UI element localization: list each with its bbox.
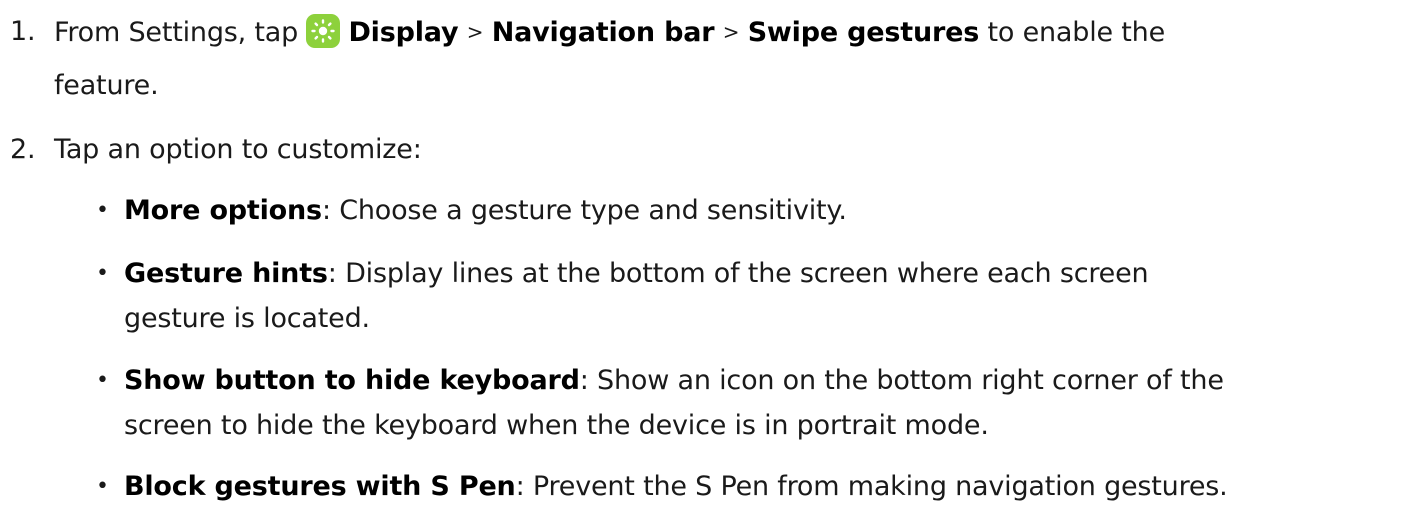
option-title: Gesture hints bbox=[124, 258, 328, 289]
display-label: Display bbox=[348, 17, 459, 48]
option-description: Choose a gesture type and sensitivity. bbox=[339, 195, 847, 226]
option-colon: : bbox=[327, 258, 337, 289]
separator-1: > bbox=[466, 20, 484, 44]
instructions-document: 1. From Settings, tap Display > Navigati… bbox=[0, 0, 1424, 513]
step-1-prefix: From Settings, tap bbox=[54, 17, 299, 48]
option-colon: : bbox=[515, 471, 525, 502]
option-description: Prevent the S Pen from making navigation… bbox=[532, 471, 1228, 502]
separator-2: > bbox=[722, 20, 740, 44]
option-title: More options bbox=[124, 195, 322, 226]
option-description-continued: gesture is located. bbox=[124, 303, 370, 334]
bullet: • bbox=[96, 198, 109, 223]
step-1-number: 1. bbox=[10, 16, 36, 47]
bullet: • bbox=[96, 368, 109, 393]
step-2-text: Tap an option to customize: bbox=[54, 134, 422, 165]
step-1-line-2: feature. bbox=[54, 70, 159, 101]
step-1-text: From Settings, tap Display > Navigation … bbox=[54, 14, 1165, 51]
option-colon: : bbox=[321, 195, 331, 226]
step-1-suffix: to enable the bbox=[987, 17, 1166, 48]
option-colon: : bbox=[579, 365, 589, 396]
option-title: Show button to hide keyboard bbox=[124, 365, 580, 396]
option-title: Block gestures with S Pen bbox=[124, 471, 516, 502]
display-settings-icon bbox=[306, 14, 341, 48]
option-description: Display lines at the bottom of the scree… bbox=[345, 258, 1149, 289]
navigation-bar-label: Navigation bar bbox=[491, 17, 715, 48]
swipe-gestures-label: Swipe gestures bbox=[747, 17, 980, 48]
bullet: • bbox=[96, 261, 109, 286]
option-description-continued: screen to hide the keyboard when the dev… bbox=[124, 410, 989, 441]
step-2-number: 2. bbox=[10, 134, 36, 165]
option-description: Show an icon on the bottom right corner … bbox=[597, 365, 1224, 396]
bullet: • bbox=[96, 474, 109, 499]
